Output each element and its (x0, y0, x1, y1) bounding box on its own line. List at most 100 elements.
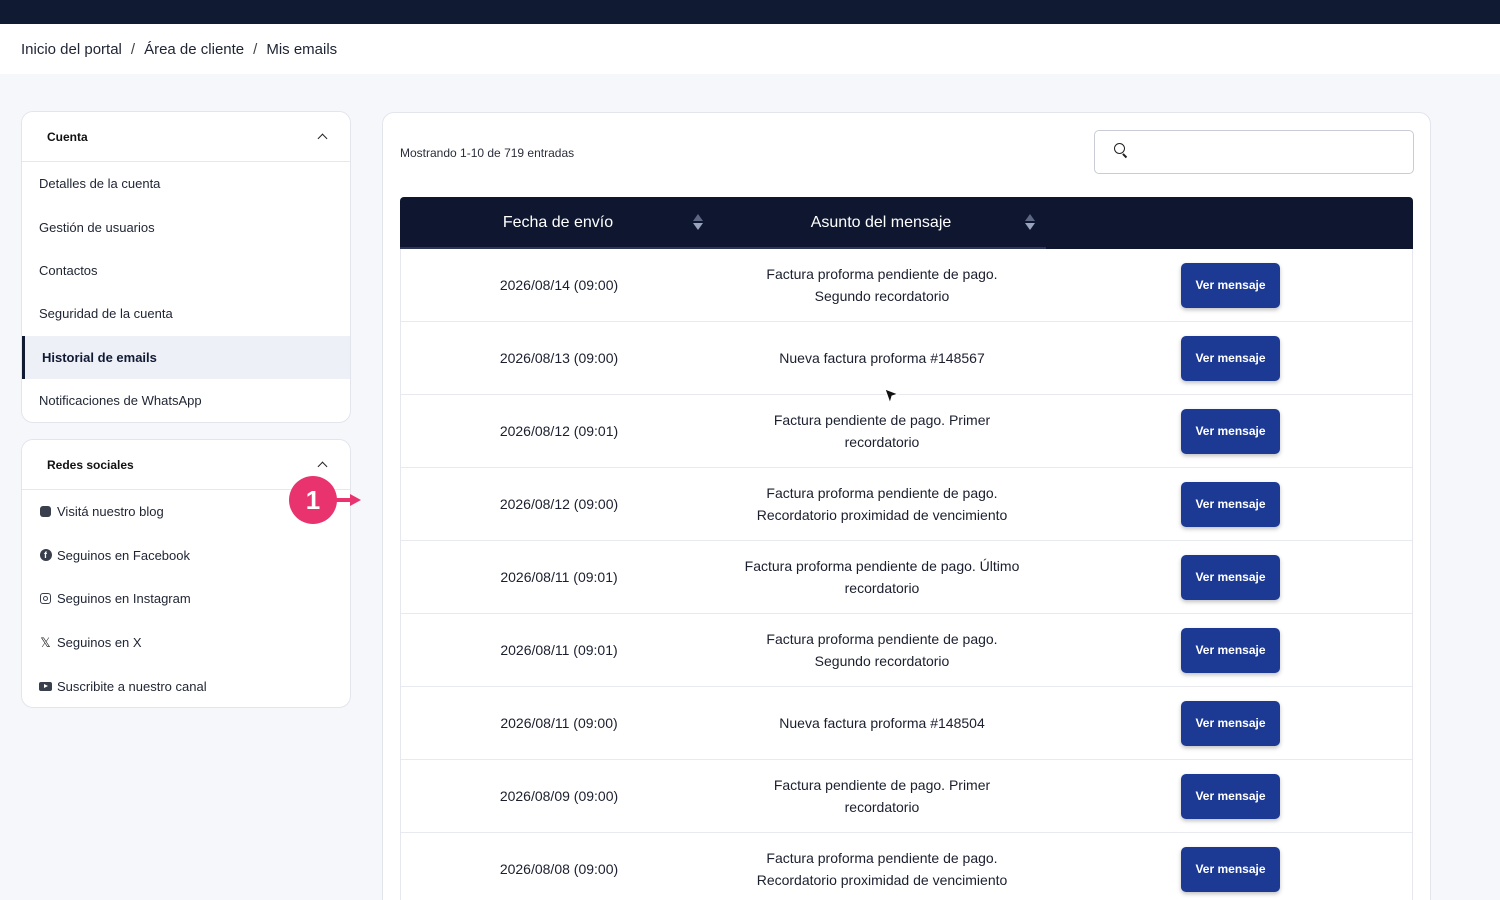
view-message-button[interactable]: Ver mensaje (1181, 627, 1280, 673)
action-cell: Ver mensaje (1181, 481, 1280, 527)
action-cell: Ver mensaje (1181, 262, 1280, 308)
social-menu-title: Redes sociales (47, 457, 134, 472)
social-link[interactable]: f Seguinos en Facebook (22, 534, 350, 578)
subject-line: recordatorio (844, 580, 920, 596)
account-menu-title: Cuenta (47, 129, 88, 144)
column-header-date[interactable]: Fecha de envío (400, 197, 716, 249)
subject-line: Nueva factura proforma #148567 (779, 350, 985, 366)
sent-date-cell: 2026/08/14 (09:00) (499, 277, 619, 293)
breadcrumb-client-area[interactable]: Área de cliente (144, 41, 244, 58)
social-link-label: Seguinos en X (57, 635, 142, 651)
search-icon (1114, 143, 1128, 157)
sidebar-item[interactable]: Gestión de usuarios (22, 205, 350, 248)
sidebar-item[interactable]: Notificaciones de WhatsApp (22, 379, 350, 422)
step-arrow-head (350, 494, 361, 506)
action-cell: Ver mensaje (1181, 846, 1280, 892)
facebook-icon-glyph: f (39, 549, 52, 562)
view-message-button[interactable]: Ver mensaje (1181, 773, 1280, 819)
subject-line: Factura proforma pendiente de pago. (766, 631, 998, 647)
view-message-button[interactable]: Ver mensaje (1181, 846, 1280, 892)
action-cell: Ver mensaje (1181, 773, 1280, 819)
subject-line: Recordatorio proximidad de vencimiento (756, 507, 1008, 523)
view-message-button[interactable]: Ver mensaje (1181, 335, 1280, 381)
view-message-button[interactable]: Ver mensaje (1181, 481, 1280, 527)
view-message-button[interactable]: Ver mensaje (1181, 262, 1280, 308)
subject-line: recordatorio (844, 799, 920, 815)
subject-cell: Nueva factura proforma #148567 (717, 347, 1047, 369)
table-row: 2026/08/12 (09:01) Factura pendiente de p… (401, 395, 1412, 468)
sort-icon[interactable] (693, 214, 703, 232)
subject-cell: Factura pendiente de pago. Primer recorda… (717, 774, 1047, 818)
social-link-label: Seguinos en Facebook (57, 547, 190, 563)
breadcrumb: Inicio del portal / Área de cliente / Mi… (0, 24, 1500, 74)
sent-date-cell: 2026/08/11 (09:01) (500, 642, 618, 658)
account-menu-header[interactable]: Cuenta (22, 112, 350, 162)
subject-cell: Nueva factura proforma #148504 (717, 712, 1047, 734)
subject-line: Factura proforma pendiente de pago. (766, 485, 998, 501)
facebook-icon: f (39, 549, 52, 562)
breadcrumb-separator: / (130, 40, 136, 58)
subject-line: Segundo recordatorio (814, 288, 950, 304)
subject-line: Segundo recordatorio (814, 653, 950, 669)
chevron-up-icon[interactable] (318, 132, 328, 142)
subject-cell: Factura proforma pendiente de pago. Recor… (717, 847, 1047, 891)
emails-table: Fecha de envío Asunto del mensaje 2026/0… (400, 197, 1413, 900)
table-row: 2026/08/11 (09:01) Factura proforma pendi… (401, 541, 1412, 614)
x-icon-glyph: 𝕏 (40, 634, 51, 650)
subject-cell: Factura pendiente de pago. Primer recorda… (717, 409, 1047, 453)
social-link-label: Seguinos en Instagram (57, 591, 191, 607)
top-bar (0, 0, 1500, 24)
sidebar-item[interactable]: Detalles de la cuenta (22, 162, 350, 205)
view-message-button[interactable]: Ver mensaje (1181, 408, 1280, 454)
table-row: 2026/08/09 (09:00) Factura pendiente de p… (401, 760, 1412, 833)
table-row: 2026/08/11 (09:00) Nueva factura proforma… (401, 687, 1412, 760)
action-cell: Ver mensaje (1181, 700, 1280, 746)
subject-line: Factura pendiente de pago. Primer (773, 777, 991, 793)
column-header-subject[interactable]: Asunto del mensaje (716, 197, 1046, 249)
action-cell: Ver mensaje (1181, 627, 1280, 673)
subject-line: recordatorio (844, 434, 920, 450)
social-link-label: Suscribite a nuestro canal (57, 678, 207, 694)
instagram-icon (39, 592, 52, 605)
social-link[interactable]: 𝕏 Seguinos en X (22, 621, 350, 665)
table-row: 2026/08/11 (09:01) Factura proforma pendi… (401, 614, 1412, 687)
account-menu-list: Detalles de la cuenta Gestión de usuarios… (22, 162, 350, 422)
subject-line: Factura proforma pendiente de pago. Últi… (744, 558, 1020, 574)
sent-date-cell: 2026/08/11 (09:01) (500, 569, 618, 585)
chevron-up-icon[interactable] (318, 460, 328, 470)
sent-date-cell: 2026/08/08 (09:00) (499, 861, 619, 877)
breadcrumb-home[interactable]: Inicio del portal (21, 41, 122, 58)
sidebar-item[interactable]: Seguridad de la cuenta (22, 292, 350, 335)
subject-line: Factura proforma pendiente de pago. (766, 850, 998, 866)
subject-line: Factura proforma pendiente de pago. (766, 266, 998, 282)
youtube-icon-glyph (39, 681, 52, 691)
emails-panel: Mostrando 1-10 de 719 entradas Fecha de … (382, 112, 1431, 900)
view-message-button[interactable]: Ver mensaje (1181, 700, 1280, 746)
entries-info: Mostrando 1-10 de 719 entradas (400, 146, 575, 160)
sent-date-cell: 2026/08/12 (09:00) (499, 496, 619, 512)
sent-date-cell: 2026/08/12 (09:01) (499, 423, 619, 439)
sort-icon[interactable] (1025, 214, 1035, 232)
action-cell: Ver mensaje (1181, 408, 1280, 454)
sidebar-item[interactable]: Contactos (22, 249, 350, 292)
x-icon: 𝕏 (39, 634, 52, 650)
search-box (1094, 130, 1414, 174)
search-input[interactable] (1095, 131, 1413, 173)
view-message-button[interactable]: Ver mensaje (1181, 554, 1280, 600)
table-header: Fecha de envío Asunto del mensaje (400, 197, 1413, 249)
account-menu-card: Cuenta Detalles de la cuenta Gestión de u… (21, 111, 351, 423)
sent-date-cell: 2026/08/11 (09:00) (500, 715, 618, 731)
social-menu-list: Visitá nuestro blog f Seguinos en Facebook… (22, 490, 350, 707)
blog-icon (39, 505, 52, 518)
table-row: 2026/08/08 (09:00) Factura proforma pendi… (401, 833, 1412, 900)
social-link[interactable]: Suscribite a nuestro canal (22, 664, 350, 707)
table-row: 2026/08/12 (09:00) Factura proforma pendi… (401, 468, 1412, 541)
subject-line: Nueva factura proforma #148504 (779, 715, 985, 731)
subject-line: Recordatorio proximidad de vencimiento (756, 872, 1008, 888)
breadcrumb-current: Mis emails (266, 40, 338, 58)
subject-cell: Factura proforma pendiente de pago. Recor… (717, 482, 1047, 526)
social-link[interactable]: Seguinos en Instagram (22, 577, 350, 621)
subject-cell: Factura proforma pendiente de pago. Últi… (717, 555, 1047, 599)
sidebar-item[interactable]: Historial de emails (22, 335, 350, 379)
step-badge: 1 (289, 476, 337, 524)
